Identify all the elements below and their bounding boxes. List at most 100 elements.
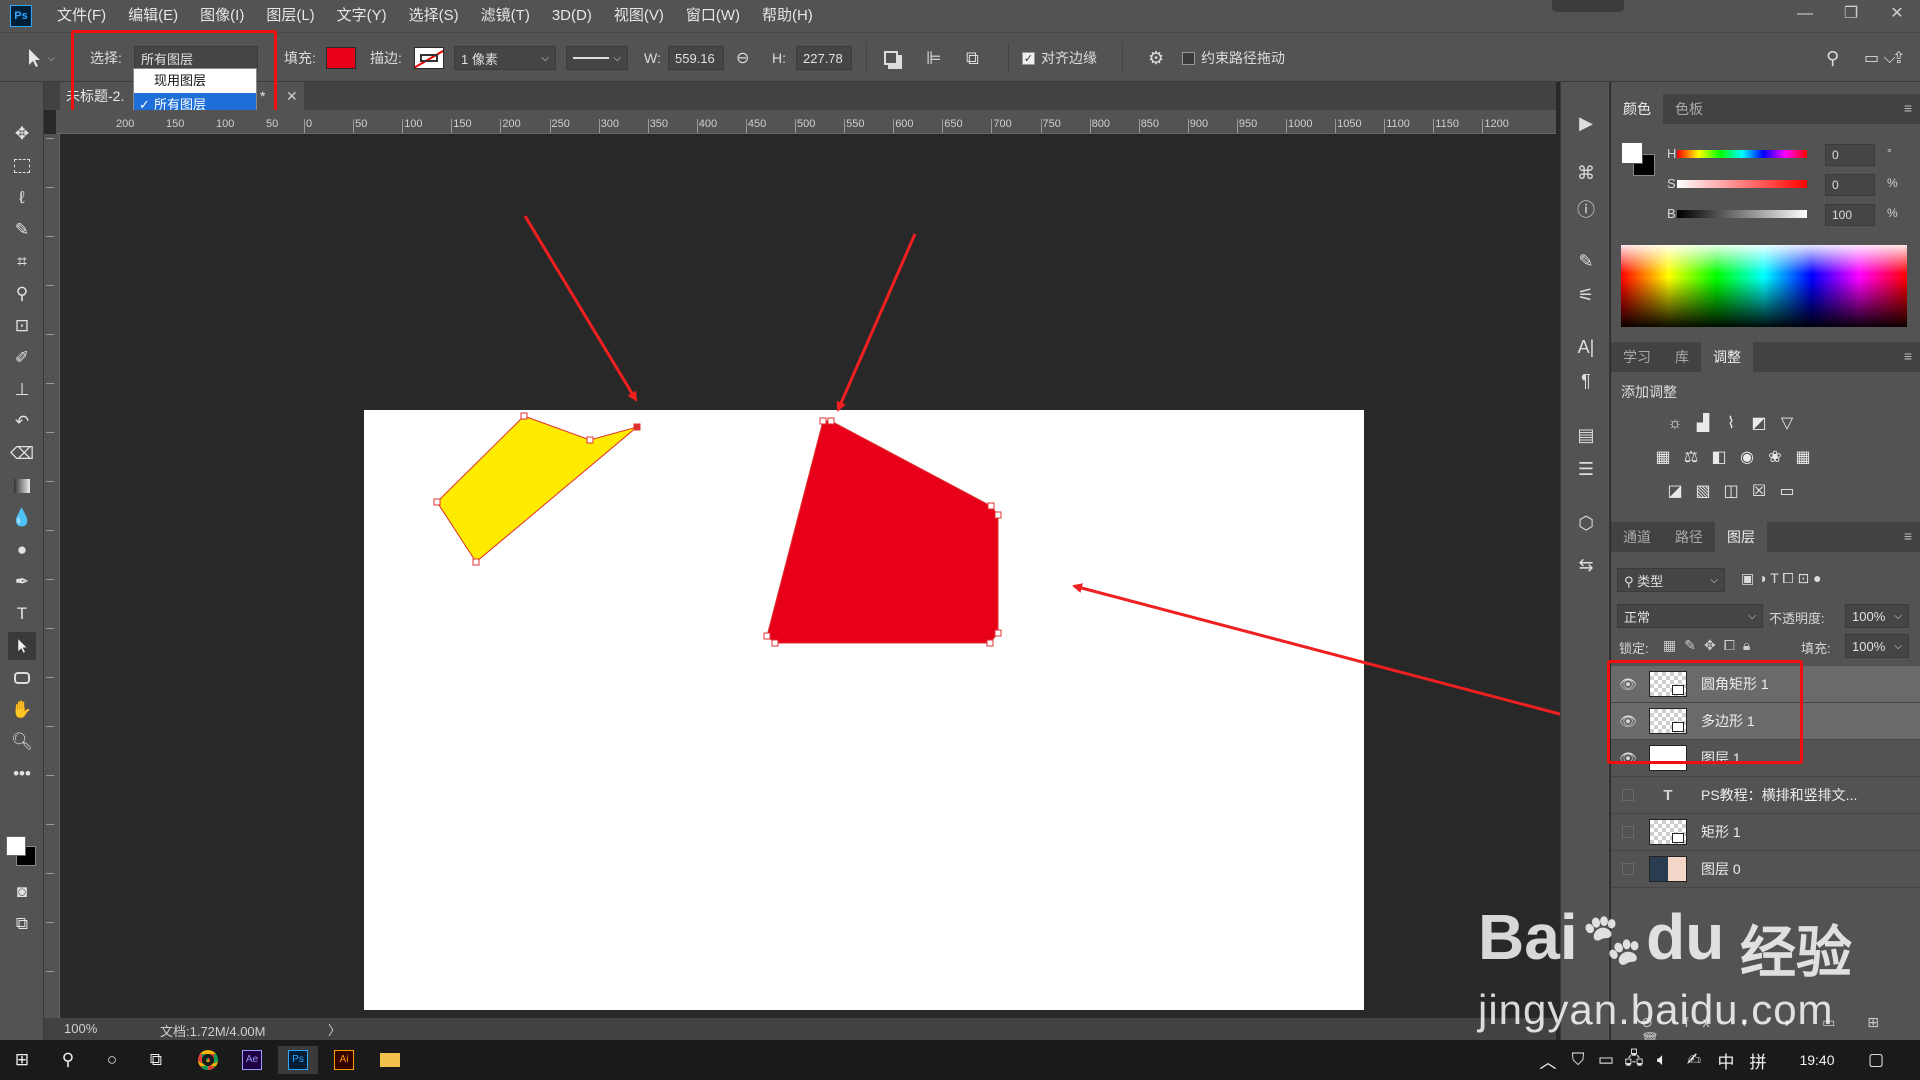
link-icon[interactable]: ⊖ [736, 33, 749, 83]
panel-menu-icon[interactable]: ≡ [1904, 100, 1912, 116]
move-tool-icon[interactable]: ✥ [8, 120, 36, 148]
foreground-background-swatch[interactable] [1621, 142, 1655, 176]
photo-filter-icon[interactable]: ◉ [1735, 446, 1759, 468]
zoom-level[interactable]: 100% [64, 1021, 97, 1036]
constrain-path-checkbox[interactable]: 约束路径拖动 [1182, 33, 1285, 83]
stroke-type-dropdown[interactable]: ⌵ [566, 46, 628, 70]
close-icon[interactable]: ✕ [1874, 0, 1920, 32]
info-icon[interactable]: ⓘ [1573, 196, 1599, 222]
brightness-field[interactable]: 100 [1825, 204, 1875, 226]
vibrance-icon[interactable]: ▽ [1775, 412, 1799, 434]
stroke-color-swatch[interactable] [414, 47, 444, 69]
layer-filter-icons[interactable]: ▣ ◑ T ⧠ ⊡ ● [1741, 570, 1822, 587]
brightness-contrast-icon[interactable]: ☼ [1663, 413, 1687, 435]
3d-cube-icon[interactable]: ⬡ [1573, 510, 1599, 536]
quick-selection-tool-icon[interactable]: ✎ [8, 216, 36, 244]
restore-icon[interactable]: ❐ [1828, 0, 1874, 32]
tab-swatches[interactable]: 色板 [1663, 94, 1715, 124]
hand-tool-icon[interactable]: ✋ [8, 696, 36, 724]
ime-pinyin-indicator[interactable]: 拼 [1744, 1046, 1772, 1074]
menu-window[interactable]: 窗口(W) [675, 0, 751, 32]
eye-hidden-box[interactable] [1611, 863, 1645, 875]
history-icon[interactable]: ⇆ [1573, 552, 1599, 578]
menu-filter[interactable]: 滤镜(T) [470, 0, 541, 32]
paragraph-icon[interactable]: ¶ [1573, 368, 1599, 394]
search-icon[interactable]: ⚲ [1826, 33, 1839, 83]
menu-help[interactable]: 帮助(H) [751, 0, 824, 32]
eye-hidden-box[interactable] [1611, 826, 1645, 838]
crop-tool-icon[interactable]: ⌗ [8, 248, 36, 276]
close-tab-icon[interactable]: ✕ [286, 82, 298, 110]
brush-tool-icon[interactable]: ✐ [8, 344, 36, 372]
tray-expand-icon[interactable]: ︿ [1534, 1046, 1562, 1074]
eraser-tool-icon[interactable]: ⌫ [8, 440, 36, 468]
notes-icon[interactable]: ☰ [1573, 456, 1599, 482]
saturation-slider[interactable] [1677, 180, 1807, 188]
menu-layer[interactable]: 图层(L) [255, 0, 325, 32]
layer-row[interactable]: 图层 0 [1611, 851, 1920, 888]
tab-adjustments[interactable]: 调整 [1701, 342, 1753, 372]
pen-input-icon[interactable]: ✍ [1680, 1046, 1708, 1074]
ime-chinese-indicator[interactable]: 中 [1712, 1046, 1740, 1074]
exposure-icon[interactable]: ◩ [1747, 412, 1771, 434]
layer-filter-dropdown[interactable]: ⚲ 类型 ⌵ [1617, 568, 1725, 592]
hue-field[interactable]: 0 [1825, 144, 1875, 166]
tab-channels[interactable]: 通道 [1611, 522, 1663, 552]
align-edges-checkbox[interactable]: ✓ 对齐边缘 [1022, 33, 1097, 83]
notification-icon[interactable]: ▢ [1862, 1046, 1890, 1074]
screen-mode-icon[interactable]: ⧉ [8, 910, 36, 938]
settings-gear-icon[interactable]: ⚙ [1148, 33, 1164, 83]
hue-saturation-icon[interactable]: ▦ [1651, 446, 1675, 468]
pen-tool-icon[interactable]: ✒ [8, 568, 36, 596]
layer-row[interactable]: T PS教程：横排和竖排文... [1611, 777, 1920, 814]
menu-view[interactable]: 视图(V) [603, 0, 675, 32]
network-icon[interactable]: 🖧︎ [1620, 1046, 1648, 1074]
marquee-tool-icon[interactable] [8, 152, 36, 180]
color-spectrum[interactable] [1621, 245, 1907, 327]
tab-paths[interactable]: 路径 [1663, 522, 1715, 552]
shape-tool-icon[interactable] [8, 664, 36, 692]
more-tools-icon[interactable]: ••• [8, 760, 36, 788]
selective-color-icon[interactable]: ☒ [1747, 480, 1771, 502]
glyphs-icon[interactable]: ▤ [1573, 422, 1599, 448]
3d-material-icon[interactable]: ⌘ [1573, 160, 1599, 186]
blend-mode-dropdown[interactable]: 正常 ⌵ [1617, 604, 1763, 628]
path-alignment-icon[interactable]: ⊫ [926, 33, 942, 83]
brightness-slider[interactable] [1677, 210, 1807, 218]
volume-icon[interactable]: 🔈︎ [1648, 1046, 1676, 1074]
lock-icons[interactable]: ▦✎✥⧠🔒︎ [1663, 637, 1758, 654]
lasso-tool-icon[interactable]: ℓ [8, 184, 36, 212]
illustrator-icon[interactable]: Ai [330, 1046, 358, 1074]
layer-row[interactable]: 矩形 1 [1611, 814, 1920, 851]
canvas-workspace[interactable] [60, 134, 1556, 1018]
eyedropper-tool-icon[interactable]: ⚲ [8, 280, 36, 308]
menu-type[interactable]: 文字(Y) [326, 0, 398, 32]
status-expand-icon[interactable]: 〉 [328, 1020, 341, 1039]
document-info[interactable]: 文档:1.72M/4.00M [160, 1021, 266, 1040]
black-white-icon[interactable]: ◧ [1707, 446, 1731, 468]
photoshop-taskbar-icon[interactable]: Ps [278, 1046, 318, 1074]
menu-3d[interactable]: 3D(D) [541, 0, 603, 32]
frame-tool-icon[interactable]: ⊡ [8, 312, 36, 340]
path-selection-tool-active-icon[interactable] [8, 632, 36, 660]
properties-icon[interactable]: ⚟ [1573, 282, 1599, 308]
invert-icon[interactable]: ◪ [1663, 480, 1687, 502]
dodge-tool-icon[interactable]: ● [8, 536, 36, 564]
type-tool-icon[interactable]: T [8, 600, 36, 628]
quick-mask-icon[interactable]: ◙ [8, 878, 36, 906]
color-balance-icon[interactable]: ⚖ [1679, 446, 1703, 468]
share-icon[interactable]: ⇪ [1892, 33, 1905, 83]
gradient-map-icon[interactable]: ▭ [1775, 480, 1799, 502]
stamp-tool-icon[interactable]: ⊥ [8, 376, 36, 404]
gradient-tool-icon[interactable] [8, 472, 36, 500]
menu-edit[interactable]: 编辑(E) [117, 0, 189, 32]
curves-icon[interactable]: ⌇ [1719, 412, 1743, 434]
color-lookup-icon[interactable]: ▦ [1791, 446, 1815, 468]
stroke-width-field[interactable]: 1 像素 ⌵ [454, 46, 556, 70]
saturation-field[interactable]: 0 [1825, 174, 1875, 196]
path-selection-tool-icon[interactable]: ⌵ [22, 33, 55, 83]
width-field[interactable]: 559.16 [668, 46, 724, 70]
levels-icon[interactable]: ▟ [1691, 412, 1715, 434]
windows-start-icon[interactable]: ⊞ [8, 1046, 36, 1074]
tab-layers[interactable]: 图层 [1715, 522, 1767, 552]
